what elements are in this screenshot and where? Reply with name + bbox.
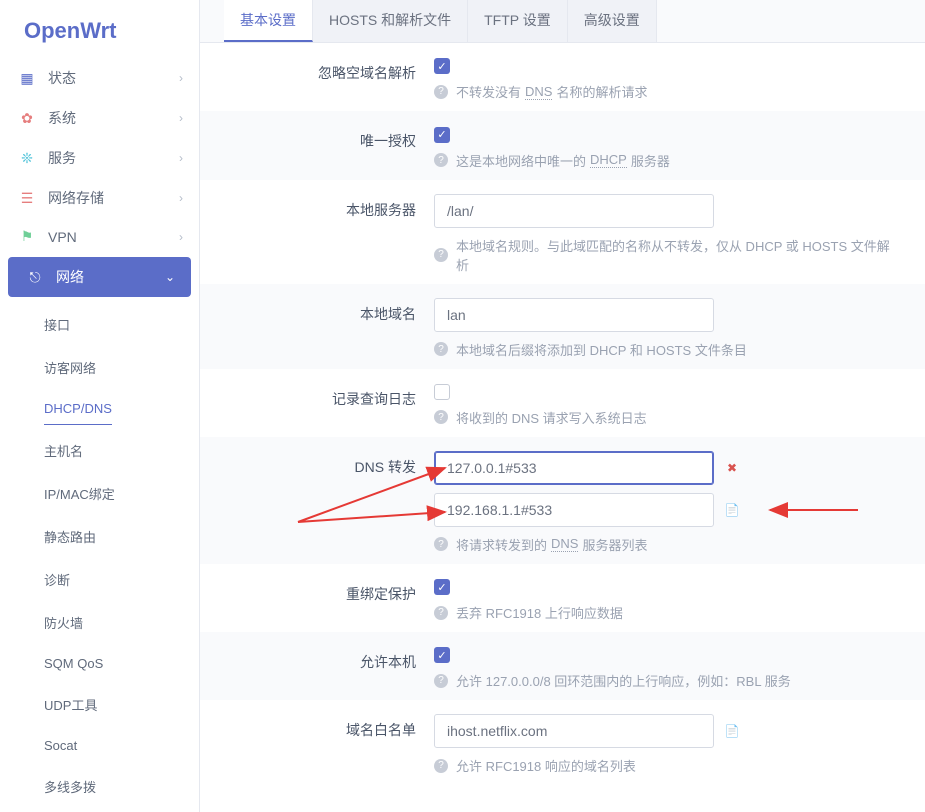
sub-dhcpdns[interactable]: DHCP/DNS: [44, 393, 112, 425]
row-localhost: 允许本机 ✓ ?允许 127.0.0.0/8 回环范围内的上行响应，例如：RBL…: [200, 632, 925, 700]
network-icon: ⎋: [24, 269, 46, 286]
row-whitelist: 域名白名单 📄 ?允许 RFC1918 响应的域名列表: [200, 700, 925, 785]
chevron-right-icon: ›: [179, 191, 183, 205]
nav: ▦ 状态 › ✿ 系统 › ❊ 服务 › ☰ 网络存储 › ⚑ VPN: [0, 58, 199, 812]
help-text: ?本地域名规则。与此域匹配的名称从不转发，仅从 DHCP 或 HOSTS 文件解…: [434, 236, 901, 274]
logo: OpenWrt: [0, 0, 199, 58]
help-icon: ?: [434, 674, 448, 688]
whitelist-input[interactable]: [434, 714, 714, 748]
tab-tftp[interactable]: TFTP 设置: [468, 0, 568, 42]
help-text: ?不转发没有 DNS 名称的解析请求: [434, 82, 901, 101]
nav-vpn[interactable]: ⚑ VPN ›: [0, 218, 199, 255]
help-text: ?本地域名后缀将添加到 DHCP 和 HOSTS 文件条目: [434, 340, 901, 359]
local-server-input[interactable]: [434, 194, 714, 228]
checkbox-ignore-empty[interactable]: ✓: [434, 58, 450, 74]
nav-network[interactable]: ⎋ 网络 ⌄: [8, 257, 191, 297]
row-ignore-empty: 忽略空域名解析 ✓ ?不转发没有 DNS 名称的解析请求: [200, 43, 925, 111]
delete-button[interactable]: ✖: [724, 460, 740, 476]
checkbox-localhost[interactable]: ✓: [434, 647, 450, 663]
sub-udp[interactable]: UDP工具: [0, 687, 199, 722]
dns-forward-input-0[interactable]: [434, 451, 714, 485]
row-authoritative: 唯一授权 ✓ ?这是本地网络中唯一的 DHCP 服务器: [200, 111, 925, 179]
add-button[interactable]: 📄: [724, 723, 740, 739]
sub-mwan[interactable]: 多线多拨: [0, 769, 199, 804]
main: 基本设置 HOSTS 和解析文件 TFTP 设置 高级设置 忽略空域名解析 ✓ …: [200, 0, 925, 812]
nav-label: 网络存储: [48, 188, 104, 208]
help-icon: ?: [434, 153, 448, 167]
tab-advanced[interactable]: 高级设置: [568, 0, 657, 42]
help-text: ?允许 127.0.0.0/8 回环范围内的上行响应，例如：RBL 服务: [434, 671, 901, 690]
sub-ipmac[interactable]: IP/MAC绑定: [0, 476, 199, 511]
help-icon: ?: [434, 85, 448, 99]
field-label: 允许本机: [224, 646, 434, 672]
sub-sqm[interactable]: SQM QoS: [0, 648, 199, 679]
nav-system[interactable]: ✿ 系统 ›: [0, 98, 199, 138]
add-button[interactable]: 📄: [724, 502, 740, 518]
sub-guest[interactable]: 访客网络: [0, 350, 199, 385]
sub-socat[interactable]: Socat: [0, 730, 199, 761]
chevron-right-icon: ›: [179, 230, 183, 244]
row-dns-forward: DNS 转发 ✖ 📄 ?将请求转发到的 DNS 服务器列表: [200, 437, 925, 564]
storage-icon: ☰: [16, 190, 38, 207]
chevron-right-icon: ›: [179, 71, 183, 85]
help-icon: ?: [434, 759, 448, 773]
field-label: 记录查询日志: [224, 383, 434, 409]
chevron-right-icon: ›: [179, 151, 183, 165]
nav-label: 状态: [48, 68, 76, 88]
field-label: 唯一授权: [224, 125, 434, 151]
row-local-domain: 本地域名 ?本地域名后缀将添加到 DHCP 和 HOSTS 文件条目: [200, 284, 925, 369]
local-domain-input[interactable]: [434, 298, 714, 332]
nav-label: VPN: [48, 229, 77, 245]
help-text: ?丢弃 RFC1918 上行响应数据: [434, 603, 901, 622]
tab-basic[interactable]: 基本设置: [224, 0, 313, 42]
tabs: 基本设置 HOSTS 和解析文件 TFTP 设置 高级设置: [200, 0, 925, 43]
help-icon: ?: [434, 248, 448, 262]
row-log-queries: 记录查询日志 ?将收到的 DNS 请求写入系统日志: [200, 369, 925, 437]
help-icon: ?: [434, 410, 448, 424]
checkbox-log-queries[interactable]: [434, 384, 450, 400]
help-icon: ?: [434, 537, 448, 551]
gear-icon: ✿: [16, 110, 38, 127]
form: 忽略空域名解析 ✓ ?不转发没有 DNS 名称的解析请求 唯一授权 ✓ ?这是本…: [200, 43, 925, 785]
checkbox-rebind[interactable]: ✓: [434, 579, 450, 595]
vpn-icon: ⚑: [16, 228, 38, 245]
sub-hostnames[interactable]: 主机名: [0, 433, 199, 468]
help-icon: ?: [434, 606, 448, 620]
service-icon: ❊: [16, 150, 38, 167]
chevron-right-icon: ›: [179, 111, 183, 125]
field-label: DNS 转发: [224, 451, 434, 477]
dashboard-icon: ▦: [16, 70, 38, 87]
help-icon: ?: [434, 342, 448, 356]
row-local-server: 本地服务器 ?本地域名规则。与此域匹配的名称从不转发，仅从 DHCP 或 HOS…: [200, 180, 925, 284]
field-label: 重绑定保护: [224, 578, 434, 604]
help-text: ?允许 RFC1918 响应的域名列表: [434, 756, 901, 775]
field-label: 域名白名单: [224, 714, 434, 740]
sub-diagnostics[interactable]: 诊断: [0, 562, 199, 597]
field-label: 本地域名: [224, 298, 434, 324]
help-text: ?这是本地网络中唯一的 DHCP 服务器: [434, 151, 901, 170]
sidebar: OpenWrt ▦ 状态 › ✿ 系统 › ❊ 服务 › ☰ 网络存储 ›: [0, 0, 200, 812]
nav-label: 系统: [48, 108, 76, 128]
nav-label: 服务: [48, 148, 76, 168]
tab-hosts[interactable]: HOSTS 和解析文件: [313, 0, 468, 42]
help-text: ?将收到的 DNS 请求写入系统日志: [434, 408, 901, 427]
field-label: 本地服务器: [224, 194, 434, 220]
sub-interfaces[interactable]: 接口: [0, 307, 199, 342]
field-label: 忽略空域名解析: [224, 57, 434, 83]
nav-label: 网络: [56, 267, 84, 287]
nav-services[interactable]: ❊ 服务 ›: [0, 138, 199, 178]
nav-status[interactable]: ▦ 状态 ›: [0, 58, 199, 98]
chevron-down-icon: ⌄: [165, 270, 175, 284]
nav-nas[interactable]: ☰ 网络存储 ›: [0, 178, 199, 218]
sub-nav: 接口 访客网络 DHCP/DNS 主机名 IP/MAC绑定 静态路由 诊断 防火…: [0, 299, 199, 812]
row-rebind: 重绑定保护 ✓ ?丢弃 RFC1918 上行响应数据: [200, 564, 925, 632]
dns-forward-input-1[interactable]: [434, 493, 714, 527]
sub-routes[interactable]: 静态路由: [0, 519, 199, 554]
sub-firewall[interactable]: 防火墙: [0, 605, 199, 640]
help-text: ?将请求转发到的 DNS 服务器列表: [434, 535, 901, 554]
checkbox-authoritative[interactable]: ✓: [434, 127, 450, 143]
